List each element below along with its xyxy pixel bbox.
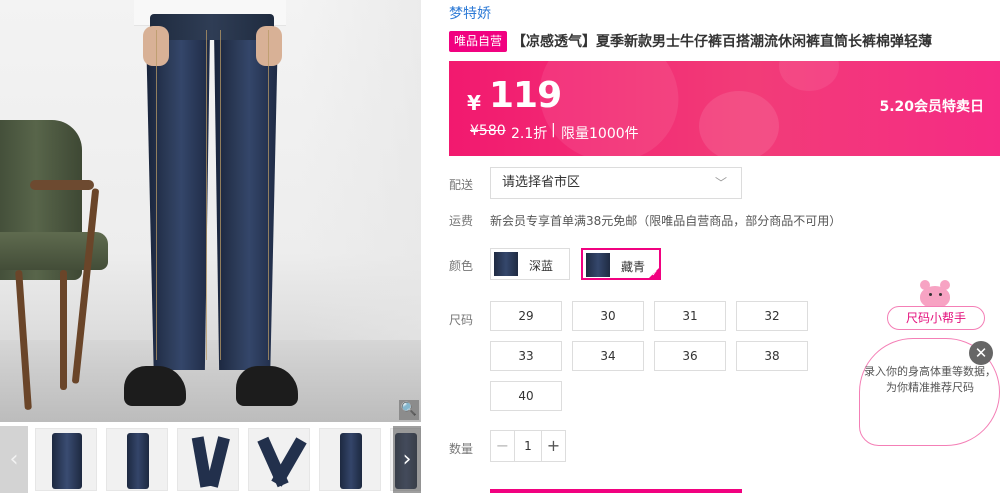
thumbnail[interactable] [106, 428, 168, 491]
heart-decoration [699, 91, 779, 156]
chevron-left-icon[interactable]: ‹ [0, 426, 28, 493]
price-panel: ¥ 119 ¥580 2.1折 | 限量1000件 5.20会员特卖日 [449, 61, 1000, 156]
check-icon: ✓ [651, 269, 658, 278]
region-select[interactable]: 请选择省市区 ﹀ [490, 167, 742, 199]
size-option[interactable]: 38 [736, 341, 808, 371]
delivery-label: 配送 [449, 178, 474, 192]
size-option[interactable]: 32 [736, 301, 808, 331]
color-option-deep-blue[interactable]: 深蓝 [490, 248, 570, 280]
quantity-stepper: − 1 + [490, 430, 566, 462]
event-label: 5.20会员特卖日 [879, 99, 984, 115]
add-to-cart-button[interactable] [490, 489, 742, 493]
shipping-label: 运费 [449, 214, 474, 228]
chevron-down-icon: ﹀ [714, 176, 727, 190]
size-option[interactable]: 30 [572, 301, 644, 331]
size-helper-text: 录入你的身高体重等数据，为你精准推荐尺码 [864, 365, 996, 394]
size-option[interactable]: 31 [654, 301, 726, 331]
color-option-navy[interactable]: 藏青 ✓ [581, 248, 661, 280]
currency-symbol: ¥ [467, 91, 481, 115]
thumbnail[interactable] [319, 428, 381, 491]
product-gallery: 🔍 ‹ › [0, 0, 421, 493]
sale-price: 119 [489, 75, 562, 116]
product-title: 【凉感透气】夏季新款男士牛仔裤百搭潮流休闲裤直筒长裤棉弹轻薄 [512, 34, 932, 50]
size-option[interactable]: 34 [572, 341, 644, 371]
color-option-label: 藏青 [621, 260, 646, 274]
magnifier-icon[interactable]: 🔍 [399, 400, 419, 420]
region-placeholder: 请选择省市区 [502, 175, 581, 190]
size-helper-button[interactable]: 尺码小帮手 [887, 306, 985, 330]
thumbnail[interactable] [248, 428, 310, 491]
heart-decoration [779, 61, 839, 91]
color-swatch [586, 253, 610, 277]
self-operated-badge: 唯品自营 [449, 31, 508, 52]
thumbnail[interactable] [35, 428, 97, 491]
discount-rate: 2.1折 [511, 126, 548, 142]
color-label: 颜色 [449, 259, 474, 273]
original-price: ¥580 [470, 123, 506, 139]
thumbnail[interactable] [177, 428, 239, 491]
color-option-label: 深蓝 [529, 259, 554, 273]
quantity-label: 数量 [449, 442, 474, 456]
size-option[interactable]: 29 [490, 301, 562, 331]
chevron-right-icon[interactable]: › [393, 426, 421, 493]
color-swatch [494, 252, 518, 276]
price-separator: | [551, 122, 556, 138]
main-product-image[interactable] [0, 0, 421, 422]
size-option[interactable]: 40 [490, 381, 562, 411]
minus-icon[interactable]: − [491, 431, 515, 461]
brand-link[interactable]: 梦特娇 [449, 3, 491, 23]
shipping-info: 新会员专享首单满38元免邮（限唯品自营商品，部分商品不可用） [490, 214, 842, 228]
size-option[interactable]: 33 [490, 341, 562, 371]
thumbnail-strip: ‹ › [0, 426, 421, 493]
size-option[interactable]: 36 [654, 341, 726, 371]
quantity-limit: 限量1000件 [561, 126, 639, 142]
plus-icon[interactable]: + [541, 431, 565, 461]
size-label: 尺码 [449, 313, 474, 327]
close-icon[interactable]: ✕ [969, 341, 993, 365]
quantity-value[interactable]: 1 [515, 431, 541, 461]
product-page: 🔍 ‹ › 梦特娇 唯品自营 【凉感透气】夏季新款男士牛仔裤百搭潮流休闲裤直筒长… [0, 0, 1007, 493]
